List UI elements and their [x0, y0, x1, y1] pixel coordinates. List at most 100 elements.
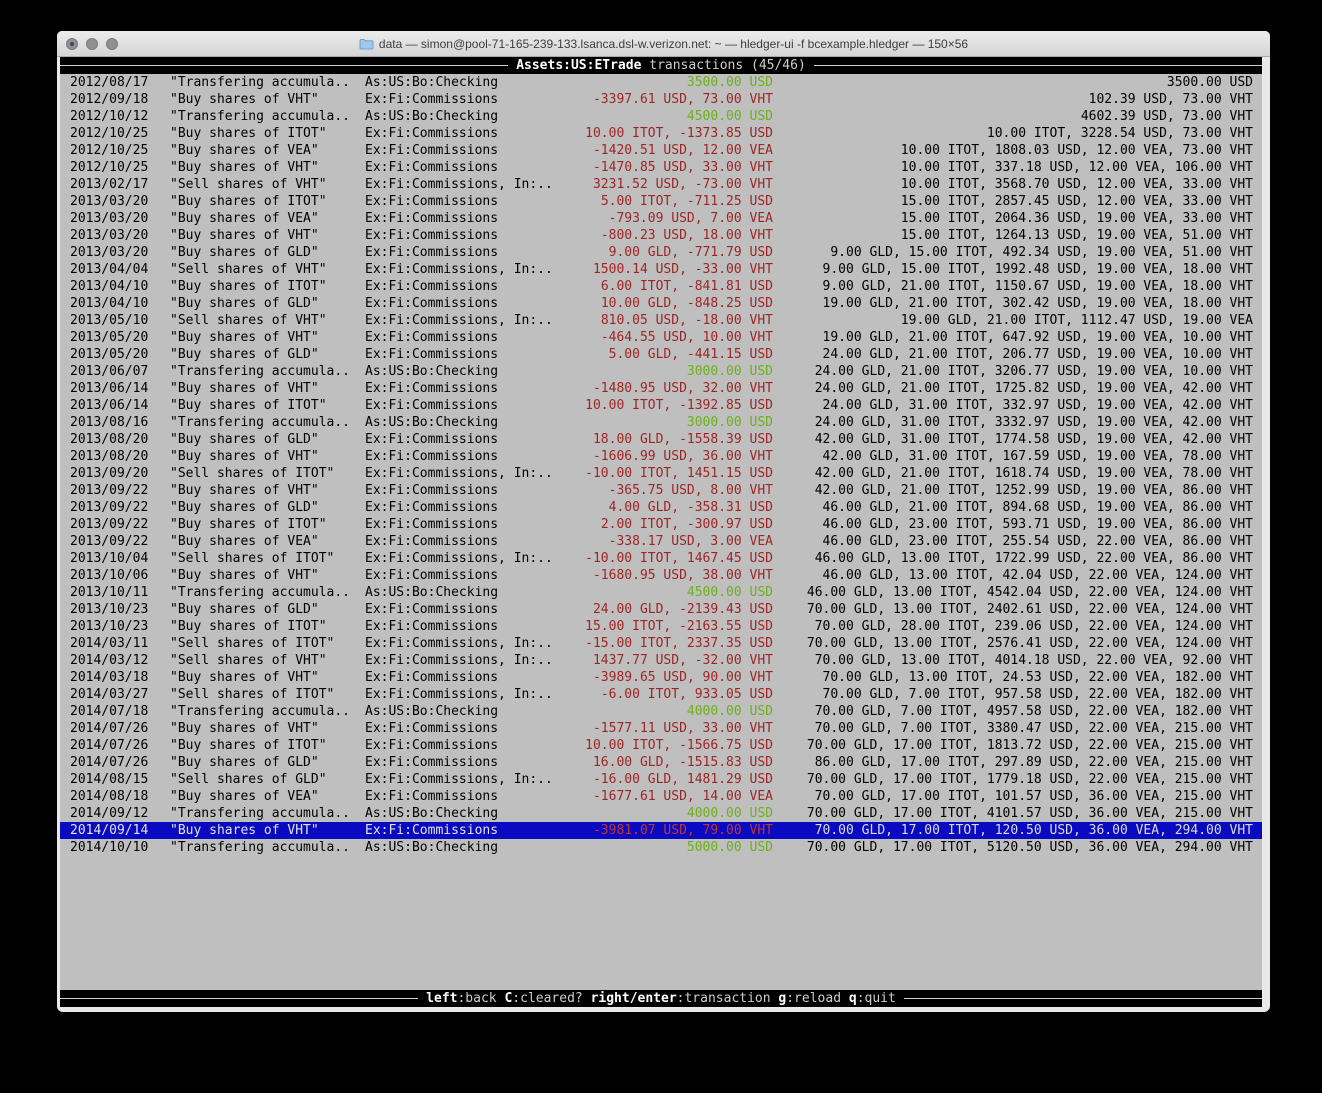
transaction-accounts: Ex:Fi:Commissions	[365, 788, 560, 805]
hint-key-right-enter: right/enter	[591, 991, 677, 1006]
scrollbar-track[interactable]	[1262, 57, 1270, 1007]
table-row[interactable]: 2012/10/25 "Buy shares of ITOT" Ex:Fi:Co…	[60, 125, 1262, 142]
table-row[interactable]: 2013/09/22 "Buy shares of VHT" Ex:Fi:Com…	[60, 482, 1262, 499]
table-row[interactable]: 2013/04/10 "Buy shares of GLD" Ex:Fi:Com…	[60, 295, 1262, 312]
transaction-amount: 4500.00 USD	[560, 584, 773, 601]
table-row[interactable]: 2014/07/26 "Buy shares of VHT" Ex:Fi:Com…	[60, 720, 1262, 737]
table-row[interactable]: 2014/03/11 "Sell shares of ITOT" Ex:Fi:C…	[60, 635, 1262, 652]
transaction-description: "Buy shares of VHT"	[170, 822, 365, 839]
transaction-balance: 86.00 GLD, 17.00 ITOT, 297.89 USD, 22.00…	[773, 754, 1253, 771]
transaction-accounts: Ex:Fi:Commissions, In:..	[365, 176, 560, 193]
minimize-button[interactable]	[86, 38, 98, 50]
table-row[interactable]: 2013/03/20 "Buy shares of ITOT" Ex:Fi:Co…	[60, 193, 1262, 210]
transaction-balance: 9.00 GLD, 15.00 ITOT, 1992.48 USD, 19.00…	[773, 261, 1253, 278]
table-row[interactable]: 2014/09/12 "Transfering accumula.. As:US…	[60, 805, 1262, 822]
table-row[interactable]: 2013/08/20 "Buy shares of VHT" Ex:Fi:Com…	[60, 448, 1262, 465]
transaction-description: "Transfering accumula..	[170, 74, 365, 91]
transaction-balance: 70.00 GLD, 7.00 ITOT, 957.58 USD, 22.00 …	[773, 686, 1253, 703]
table-row[interactable]: 2013/05/20 "Buy shares of GLD" Ex:Fi:Com…	[60, 346, 1262, 363]
table-row[interactable]: 2013/10/04 "Sell shares of ITOT" Ex:Fi:C…	[60, 550, 1262, 567]
table-row[interactable]: 2013/06/14 "Buy shares of ITOT" Ex:Fi:Co…	[60, 397, 1262, 414]
table-row[interactable]: 2014/08/15 "Sell shares of GLD" Ex:Fi:Co…	[60, 771, 1262, 788]
transaction-amount: 24.00 GLD, -2139.43 USD	[560, 601, 773, 618]
table-row[interactable]: 2014/03/18 "Buy shares of VHT" Ex:Fi:Com…	[60, 669, 1262, 686]
table-row[interactable]: 2013/05/20 "Buy shares of VHT" Ex:Fi:Com…	[60, 329, 1262, 346]
transaction-balance: 46.00 GLD, 21.00 ITOT, 894.68 USD, 19.00…	[773, 499, 1253, 516]
transaction-accounts: Ex:Fi:Commissions	[365, 601, 560, 618]
table-row[interactable]: 2013/08/20 "Buy shares of GLD" Ex:Fi:Com…	[60, 431, 1262, 448]
zoom-button[interactable]	[106, 38, 118, 50]
table-row[interactable]: 2014/07/18 "Transfering accumula.. As:US…	[60, 703, 1262, 720]
transaction-description: "Buy shares of VEA"	[170, 142, 365, 159]
table-row[interactable]: 2013/03/20 "Buy shares of VEA" Ex:Fi:Com…	[60, 210, 1262, 227]
table-row[interactable]: 2014/07/26 "Buy shares of ITOT" Ex:Fi:Co…	[60, 737, 1262, 754]
table-row[interactable]: 2012/08/17 "Transfering accumula.. As:US…	[60, 74, 1262, 91]
transaction-accounts: Ex:Fi:Commissions	[365, 431, 560, 448]
table-row[interactable]: 2014/03/12 "Sell shares of VHT" Ex:Fi:Co…	[60, 652, 1262, 669]
table-row[interactable]: 2013/09/20 "Sell shares of ITOT" Ex:Fi:C…	[60, 465, 1262, 482]
table-row[interactable]: 2013/10/06 "Buy shares of VHT" Ex:Fi:Com…	[60, 567, 1262, 584]
table-row[interactable]: 2013/10/23 "Buy shares of GLD" Ex:Fi:Com…	[60, 601, 1262, 618]
transaction-accounts: Ex:Fi:Commissions, In:..	[365, 771, 560, 788]
close-button[interactable]	[66, 38, 78, 50]
transaction-accounts: Ex:Fi:Commissions	[365, 329, 560, 346]
table-row[interactable]: 2013/04/04 "Sell shares of VHT" Ex:Fi:Co…	[60, 261, 1262, 278]
table-row[interactable]: 2012/10/12 "Transfering accumula.. As:US…	[60, 108, 1262, 125]
table-row[interactable]: 2012/10/25 "Buy shares of VEA" Ex:Fi:Com…	[60, 142, 1262, 159]
transaction-amount: 6.00 ITOT, -841.81 USD	[560, 278, 773, 295]
transaction-balance: 46.00 GLD, 13.00 ITOT, 4542.04 USD, 22.0…	[773, 584, 1253, 601]
transaction-description: "Buy shares of VHT"	[170, 380, 365, 397]
transaction-balance: 70.00 GLD, 7.00 ITOT, 4957.58 USD, 22.00…	[773, 703, 1253, 720]
table-row[interactable]: 2014/08/18 "Buy shares of VEA" Ex:Fi:Com…	[60, 788, 1262, 805]
transaction-balance: 42.00 GLD, 31.00 ITOT, 1774.58 USD, 19.0…	[773, 431, 1253, 448]
transaction-date: 2014/03/12	[70, 652, 170, 669]
transaction-date: 2013/04/04	[70, 261, 170, 278]
transaction-date: 2014/09/14	[70, 822, 170, 839]
table-row[interactable]: 2013/03/20 "Buy shares of VHT" Ex:Fi:Com…	[60, 227, 1262, 244]
transaction-amount: -464.55 USD, 10.00 VHT	[560, 329, 773, 346]
table-row[interactable]: 2013/04/10 "Buy shares of ITOT" Ex:Fi:Co…	[60, 278, 1262, 295]
table-row[interactable]: 2013/09/22 "Buy shares of GLD" Ex:Fi:Com…	[60, 499, 1262, 516]
table-row[interactable]: 2013/10/11 "Transfering accumula.. As:US…	[60, 584, 1262, 601]
transaction-date: 2013/02/17	[70, 176, 170, 193]
transaction-amount: -1470.85 USD, 33.00 VHT	[560, 159, 773, 176]
transaction-date: 2012/08/17	[70, 74, 170, 91]
table-row[interactable]: 2013/05/10 "Sell shares of VHT" Ex:Fi:Co…	[60, 312, 1262, 329]
transaction-amount: 15.00 ITOT, -2163.55 USD	[560, 618, 773, 635]
table-row[interactable]: 2013/02/17 "Sell shares of VHT" Ex:Fi:Co…	[60, 176, 1262, 193]
transaction-accounts: Ex:Fi:Commissions	[365, 380, 560, 397]
transaction-description: "Transfering accumula..	[170, 108, 365, 125]
table-row[interactable]: 2014/07/26 "Buy shares of GLD" Ex:Fi:Com…	[60, 754, 1262, 771]
table-row[interactable]: 2014/03/27 "Sell shares of ITOT" Ex:Fi:C…	[60, 686, 1262, 703]
transaction-date: 2013/04/10	[70, 278, 170, 295]
table-row[interactable]: 2012/09/18 "Buy shares of VHT" Ex:Fi:Com…	[60, 91, 1262, 108]
table-row[interactable]: 2012/10/25 "Buy shares of VHT" Ex:Fi:Com…	[60, 159, 1262, 176]
table-row[interactable]: 2013/09/22 "Buy shares of VEA" Ex:Fi:Com…	[60, 533, 1262, 550]
window-titlebar[interactable]: data — simon@pool-71-165-239-133.lsanca.…	[57, 31, 1270, 57]
table-row[interactable]: 2014/09/14 "Buy shares of VHT" Ex:Fi:Com…	[60, 822, 1262, 839]
table-row[interactable]: 2014/10/10 "Transfering accumula.. As:US…	[60, 839, 1262, 856]
transaction-description: "Transfering accumula..	[170, 703, 365, 720]
transaction-amount: -3989.65 USD, 90.00 VHT	[560, 669, 773, 686]
transaction-balance: 24.00 GLD, 21.00 ITOT, 3206.77 USD, 19.0…	[773, 363, 1253, 380]
transaction-date: 2013/10/06	[70, 567, 170, 584]
transaction-amount: 4500.00 USD	[560, 108, 773, 125]
transaction-description: "Transfering accumula..	[170, 839, 365, 856]
transaction-accounts: Ex:Fi:Commissions	[365, 227, 560, 244]
transaction-balance: 70.00 GLD, 13.00 ITOT, 24.53 USD, 22.00 …	[773, 669, 1253, 686]
transaction-accounts: Ex:Fi:Commissions	[365, 516, 560, 533]
table-row[interactable]: 2013/10/23 "Buy shares of ITOT" Ex:Fi:Co…	[60, 618, 1262, 635]
table-row[interactable]: 2013/09/22 "Buy shares of ITOT" Ex:Fi:Co…	[60, 516, 1262, 533]
transaction-description: "Buy shares of ITOT"	[170, 278, 365, 295]
folder-icon	[359, 38, 374, 50]
table-row[interactable]: 2013/06/07 "Transfering accumula.. As:US…	[60, 363, 1262, 380]
table-row[interactable]: 2013/06/14 "Buy shares of VHT" Ex:Fi:Com…	[60, 380, 1262, 397]
table-row[interactable]: 2013/03/20 "Buy shares of GLD" Ex:Fi:Com…	[60, 244, 1262, 261]
transaction-date: 2014/03/18	[70, 669, 170, 686]
transaction-description: "Buy shares of ITOT"	[170, 193, 365, 210]
transaction-amount: 9.00 GLD, -771.79 USD	[560, 244, 773, 261]
table-row[interactable]: 2013/08/16 "Transfering accumula.. As:US…	[60, 414, 1262, 431]
transaction-description: "Sell shares of ITOT"	[170, 550, 365, 567]
transaction-balance: 70.00 GLD, 7.00 ITOT, 3380.47 USD, 22.00…	[773, 720, 1253, 737]
transaction-accounts: Ex:Fi:Commissions, In:..	[365, 465, 560, 482]
